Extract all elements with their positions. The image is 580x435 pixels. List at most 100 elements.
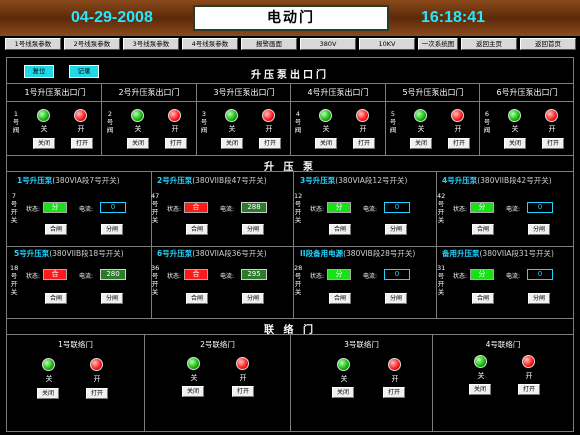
closed-indicator-lamp bbox=[225, 109, 238, 122]
open-button[interactable]: 打开 bbox=[518, 384, 540, 395]
close-button[interactable]: 关闭 bbox=[469, 384, 491, 395]
close-button[interactable]: 关闭 bbox=[182, 386, 204, 397]
switch-label: 28号开关 bbox=[294, 264, 303, 296]
close-button[interactable]: 关闭 bbox=[37, 388, 59, 399]
open-button[interactable]: 打开 bbox=[259, 138, 281, 149]
stop-button[interactable]: 分闸 bbox=[528, 293, 550, 304]
nav-button-home[interactable]: 返回主页 bbox=[461, 38, 517, 50]
pump-title: 1号升压泵(380VIA段7号开关) bbox=[17, 176, 120, 185]
liaison-section-title: 联 络 门 bbox=[264, 325, 316, 336]
nav-button-pump4-params[interactable]: 4号线泵参数 bbox=[182, 38, 238, 50]
stop-button[interactable]: 分闸 bbox=[385, 224, 407, 235]
closed-indicator-lamp bbox=[131, 109, 144, 122]
pump-title: 2号升压泵(380VIIB段47号开关) bbox=[157, 176, 267, 185]
open-indicator-lamp bbox=[356, 109, 369, 122]
open-button[interactable]: 打开 bbox=[165, 138, 187, 149]
open-label: 开 bbox=[391, 375, 399, 383]
page-title: 电动门 bbox=[193, 5, 389, 31]
status-label: 状态: bbox=[167, 273, 182, 280]
valve-label: 4号阀 bbox=[294, 110, 302, 134]
closed-label: 关 bbox=[190, 374, 198, 382]
start-button[interactable]: 合闸 bbox=[472, 224, 494, 235]
current-label: 电流: bbox=[220, 206, 235, 213]
start-button[interactable]: 合闸 bbox=[45, 224, 67, 235]
stop-button[interactable]: 分闸 bbox=[242, 293, 264, 304]
stop-button[interactable]: 分闸 bbox=[101, 224, 123, 235]
open-indicator-lamp bbox=[74, 109, 87, 122]
outlet-gate-title: 3号升压泵出口门 bbox=[213, 88, 275, 97]
start-button[interactable]: 合闸 bbox=[45, 293, 67, 304]
nav-bar: 1号线泵参数 2号线泵参数 3号线泵参数 4号线泵参数 报警画面 380V 10… bbox=[0, 37, 580, 51]
valve-label: 5号阀 bbox=[389, 110, 397, 134]
switch-label: 36号开关 bbox=[151, 264, 160, 296]
pump-title: 5号升压泵(380VIIB段18号开关) bbox=[14, 249, 124, 258]
open-indicator-lamp bbox=[522, 355, 535, 368]
open-button[interactable]: 打开 bbox=[71, 138, 93, 149]
nav-button-pump2-params[interactable]: 2号线泵参数 bbox=[64, 38, 120, 50]
close-button[interactable]: 关闭 bbox=[127, 138, 149, 149]
header-bar: 04-29-2008 电动门 16:18:41 bbox=[0, 0, 580, 36]
stop-button[interactable]: 分闸 bbox=[528, 224, 550, 235]
close-button[interactable]: 关闭 bbox=[33, 138, 55, 149]
outlet-gate-title: 4号升压泵出口门 bbox=[307, 88, 369, 97]
stop-button[interactable]: 分闸 bbox=[242, 224, 264, 235]
status-label: 状态: bbox=[453, 273, 468, 280]
open-button[interactable]: 打开 bbox=[542, 138, 564, 149]
closed-label: 关 bbox=[40, 125, 48, 133]
liaison-gate-title: 1号联络门 bbox=[58, 340, 93, 349]
switch-label: 42号开关 bbox=[437, 192, 446, 224]
close-button[interactable]: 关闭 bbox=[332, 387, 354, 398]
current-value: 288 bbox=[241, 202, 267, 213]
close-button[interactable]: 关闭 bbox=[315, 138, 337, 149]
open-button[interactable]: 打开 bbox=[353, 138, 375, 149]
open-indicator-lamp bbox=[262, 109, 275, 122]
switch-label: 18号开关 bbox=[10, 264, 19, 296]
time-display: 16:18:41 bbox=[421, 9, 486, 26]
closed-indicator-lamp bbox=[187, 357, 200, 370]
start-button[interactable]: 合闸 bbox=[472, 293, 494, 304]
stop-button[interactable]: 分闸 bbox=[101, 293, 123, 304]
open-button[interactable]: 打开 bbox=[383, 387, 405, 398]
nav-button-first-page[interactable]: 返回首页 bbox=[520, 38, 576, 50]
close-button[interactable]: 关闭 bbox=[410, 138, 432, 149]
nav-button-pump1-params[interactable]: 1号线泵参数 bbox=[5, 38, 61, 50]
current-value: 0 bbox=[527, 269, 553, 280]
close-button[interactable]: 关闭 bbox=[504, 138, 526, 149]
stop-button[interactable]: 分闸 bbox=[385, 293, 407, 304]
start-button[interactable]: 合闸 bbox=[329, 293, 351, 304]
start-button[interactable]: 合闸 bbox=[329, 224, 351, 235]
nav-button-alarm[interactable]: 报警画面 bbox=[241, 38, 297, 50]
outlet-gate-title: 6号升压泵出口门 bbox=[496, 88, 558, 97]
open-indicator-lamp bbox=[168, 109, 181, 122]
open-label: 开 bbox=[239, 374, 247, 382]
open-label: 开 bbox=[265, 125, 273, 133]
closed-label: 关 bbox=[228, 125, 236, 133]
nav-button-pump3-params[interactable]: 3号线泵参数 bbox=[123, 38, 179, 50]
nav-button-380v[interactable]: 380V bbox=[300, 38, 356, 50]
open-label: 开 bbox=[548, 125, 556, 133]
pump-title: 备用升压泵(380VIIA段31号开关) bbox=[442, 249, 554, 258]
open-button[interactable]: 打开 bbox=[232, 386, 254, 397]
current-value: 0 bbox=[100, 202, 126, 213]
start-button[interactable]: 合闸 bbox=[186, 224, 208, 235]
open-indicator-lamp bbox=[545, 109, 558, 122]
closed-indicator-lamp bbox=[474, 355, 487, 368]
closed-label: 关 bbox=[511, 125, 519, 133]
closed-indicator-lamp bbox=[37, 109, 50, 122]
closed-label: 关 bbox=[477, 372, 485, 380]
open-button[interactable]: 打开 bbox=[448, 138, 470, 149]
close-button[interactable]: 关闭 bbox=[221, 138, 243, 149]
start-button[interactable]: 合闸 bbox=[186, 293, 208, 304]
current-value: 295 bbox=[241, 269, 267, 280]
current-label: 电流: bbox=[506, 206, 521, 213]
current-label: 电流: bbox=[363, 206, 378, 213]
current-label: 电流: bbox=[506, 273, 521, 280]
closed-indicator-lamp bbox=[508, 109, 521, 122]
nav-button-primary-diagram[interactable]: 一次系统图 bbox=[418, 38, 458, 50]
status-indicator: 合 bbox=[43, 269, 67, 280]
open-button[interactable]: 打开 bbox=[86, 388, 108, 399]
status-label: 状态: bbox=[310, 206, 325, 213]
open-label: 开 bbox=[77, 125, 85, 133]
nav-button-10kv[interactable]: 10KV bbox=[359, 38, 415, 50]
valve-label: 6号阀 bbox=[483, 110, 491, 134]
